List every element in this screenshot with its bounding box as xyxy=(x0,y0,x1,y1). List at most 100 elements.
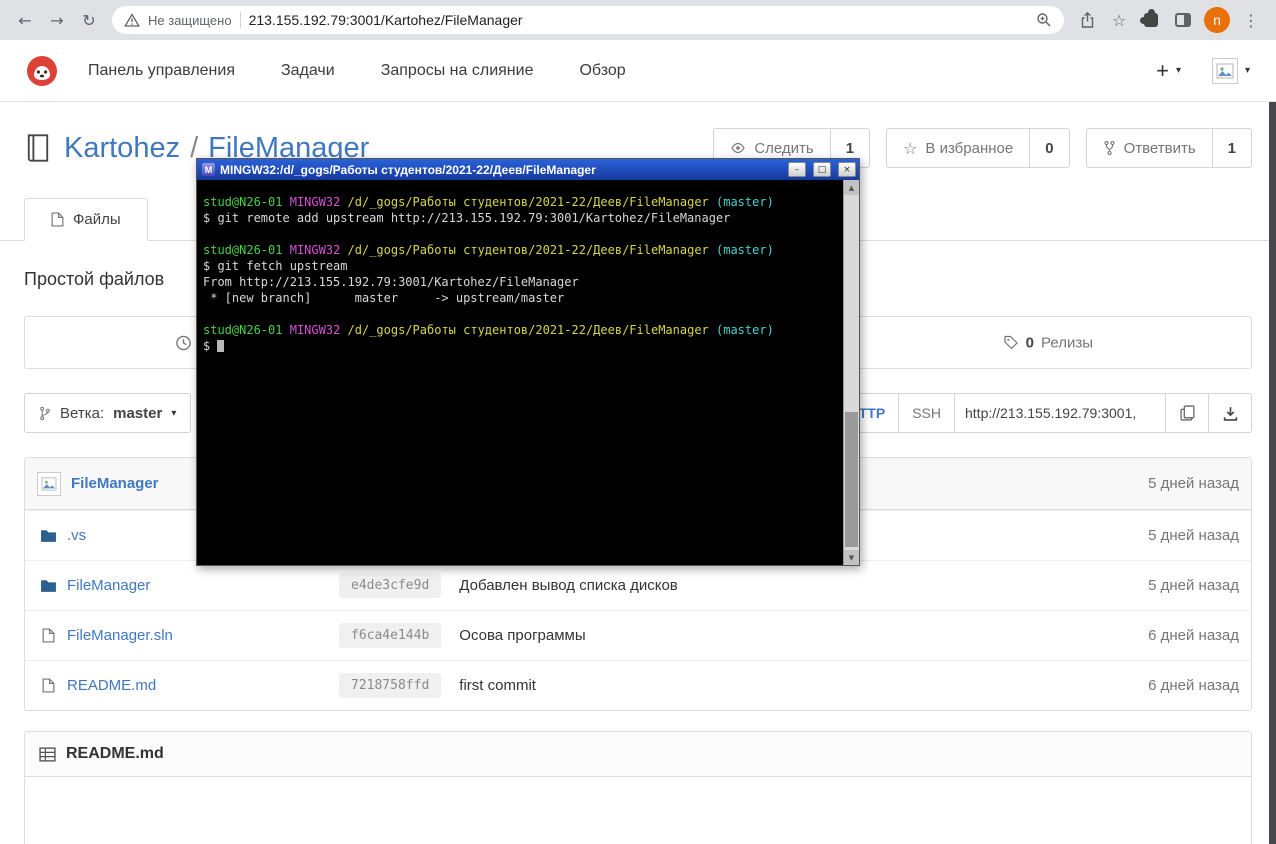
prompt-path: /d/_gogs/Работы студентов/2021-22/Деев/F… xyxy=(347,195,709,209)
warning-icon xyxy=(124,13,140,27)
branch-label: Ветка: xyxy=(60,404,105,422)
fork-label: Ответвить xyxy=(1123,139,1196,157)
prompt-dollar: $ xyxy=(203,339,218,353)
commit-time: 6 дней назад xyxy=(1148,627,1239,644)
forward-icon[interactable]: → xyxy=(42,5,72,35)
star-button-group: ☆ В избранное 0 xyxy=(886,128,1070,168)
mingw-terminal-window[interactable]: M MINGW32:/d/_gogs/Работы студентов/2021… xyxy=(196,158,860,566)
commit-history-icon[interactable] xyxy=(175,334,192,351)
star-label: В избранное xyxy=(925,139,1014,157)
browser-toolbar: ← → ↻ Не защищено 213.155.192.79:3001/Ka… xyxy=(0,0,1276,40)
security-label: Не защищено xyxy=(148,12,232,28)
user-menu-caret-icon[interactable]: ▾ xyxy=(1245,65,1250,76)
share-icon[interactable] xyxy=(1072,5,1102,35)
scroll-up-icon[interactable]: ▲ xyxy=(844,180,859,195)
readme-grid-icon xyxy=(39,746,56,762)
scroll-down-icon[interactable]: ▼ xyxy=(844,550,859,565)
browser-profile-avatar[interactable]: n xyxy=(1204,7,1230,33)
gogs-navbar: Панель управления Задачи Запросы на слия… xyxy=(0,40,1276,102)
fork-count[interactable]: 1 xyxy=(1212,128,1252,168)
star-button[interactable]: ☆ В избранное xyxy=(886,128,1031,168)
clone-ssh-button[interactable]: SSH xyxy=(898,393,955,433)
nav-item-explore[interactable]: Обзор xyxy=(579,62,625,80)
terminal-close-button[interactable]: × xyxy=(838,162,856,177)
readme-section: README.md xyxy=(24,731,1252,844)
terminal-input-line[interactable]: $ xyxy=(203,338,837,354)
url-text: 213.155.192.79:3001/Kartohez/FileManager xyxy=(248,12,523,28)
branch-icon xyxy=(39,406,51,421)
copy-url-button[interactable] xyxy=(1165,393,1209,433)
terminal-prompt-line: stud@N26-01 MINGW32 /d/_gogs/Работы студ… xyxy=(203,242,837,258)
file-icon xyxy=(51,212,64,227)
repo-owner-link[interactable]: Kartohez xyxy=(64,132,180,164)
commit-message: Осова программы xyxy=(459,627,586,644)
watch-label: Следить xyxy=(754,139,814,157)
address-bar[interactable]: Не защищено 213.155.192.79:3001/Kartohez… xyxy=(112,6,1064,34)
releases-count: 0 xyxy=(1025,334,1035,351)
new-repo-plus-icon[interactable]: + xyxy=(1156,59,1169,82)
nav-item-dashboard[interactable]: Панель управления xyxy=(88,62,235,80)
terminal-command-line: $ git fetch upstream xyxy=(203,259,348,273)
download-button[interactable] xyxy=(1208,393,1252,433)
user-avatar[interactable] xyxy=(1211,57,1238,84)
commit-hash[interactable]: 7218758ffd xyxy=(339,673,442,698)
committer-avatar xyxy=(37,471,61,496)
prompt-path: /d/_gogs/Работы студентов/2021-22/Деев/F… xyxy=(347,323,709,337)
tab-files[interactable]: Файлы xyxy=(24,198,148,241)
gogs-logo[interactable] xyxy=(26,55,58,87)
copy-icon xyxy=(1179,405,1195,421)
table-row: FileManager.sln f6ca4e144b Осова програм… xyxy=(25,610,1251,660)
commit-hash[interactable]: f6ca4e144b xyxy=(339,623,442,648)
file-link[interactable]: FileManager xyxy=(67,577,339,594)
readme-title: README.md xyxy=(66,745,164,762)
fork-button-group: Ответвить 1 xyxy=(1085,128,1252,168)
terminal-scroll-thumb[interactable] xyxy=(845,412,858,547)
releases-stat[interactable]: 0 Релизы xyxy=(1003,334,1093,351)
page-scrollbar[interactable] xyxy=(1269,102,1276,844)
terminal-output-line: From http://213.155.192.79:3001/Kartohez… xyxy=(203,275,579,289)
latest-commit-repo-link[interactable]: FileManager xyxy=(71,475,159,492)
branch-selector[interactable]: Ветка: master ▾ xyxy=(24,393,192,433)
tab-files-label: Файлы xyxy=(73,211,121,228)
commit-message: first commit xyxy=(459,677,536,694)
clone-url-input[interactable] xyxy=(954,393,1166,433)
bookmark-star-icon[interactable]: ☆ xyxy=(1104,5,1134,35)
back-icon[interactable]: ← xyxy=(10,5,40,35)
terminal-output-line: * [new branch] master -> upstream/master xyxy=(203,291,565,305)
terminal-output[interactable]: stud@N26-01 MINGW32 /d/_gogs/Работы студ… xyxy=(197,180,843,565)
star-count[interactable]: 0 xyxy=(1030,128,1070,168)
new-repo-caret-icon[interactable]: ▾ xyxy=(1176,65,1181,76)
terminal-scrollbar[interactable]: ▲ ▼ xyxy=(843,180,859,565)
prompt-path: /d/_gogs/Работы студентов/2021-22/Деев/F… xyxy=(347,243,709,257)
branch-name: master xyxy=(113,404,163,422)
browser-menu-icon[interactable]: ⋮ xyxy=(1236,5,1266,35)
table-row: FileManager e4de3cfe9d Добавлен вывод сп… xyxy=(25,560,1251,610)
folder-icon xyxy=(37,578,59,593)
prompt-branch: (master) xyxy=(716,195,774,209)
commit-time: 5 дней назад xyxy=(1148,527,1239,544)
zoom-icon[interactable] xyxy=(1036,12,1052,28)
file-link[interactable]: README.md xyxy=(67,677,339,694)
terminal-minimize-button[interactable]: – xyxy=(788,162,806,177)
side-panel-icon[interactable] xyxy=(1168,5,1198,35)
nav-item-pull-requests[interactable]: Запросы на слияние xyxy=(381,62,534,80)
commit-message: Добавлен вывод списка дисков xyxy=(459,577,678,594)
prompt-branch: (master) xyxy=(716,243,774,257)
commit-hash[interactable]: e4de3cfe9d xyxy=(339,573,442,598)
file-icon xyxy=(37,628,59,643)
terminal-prompt-line: stud@N26-01 MINGW32 /d/_gogs/Работы студ… xyxy=(203,322,837,338)
extensions-puzzle-icon[interactable] xyxy=(1136,5,1166,35)
prompt-system: MINGW32 xyxy=(289,195,341,209)
terminal-titlebar[interactable]: M MINGW32:/d/_gogs/Работы студентов/2021… xyxy=(197,159,859,180)
terminal-maximize-button[interactable]: □ xyxy=(813,162,831,177)
terminal-command-line: $ git remote add upstream http://213.155… xyxy=(203,211,731,225)
star-icon: ☆ xyxy=(903,138,918,158)
terminal-scroll-track[interactable] xyxy=(844,195,859,550)
repo-book-icon xyxy=(24,133,52,163)
file-link[interactable]: FileManager.sln xyxy=(67,627,339,644)
nav-item-issues[interactable]: Задачи xyxy=(281,62,335,80)
reload-icon[interactable]: ↻ xyxy=(74,5,104,35)
fork-button[interactable]: Ответвить xyxy=(1085,128,1213,168)
